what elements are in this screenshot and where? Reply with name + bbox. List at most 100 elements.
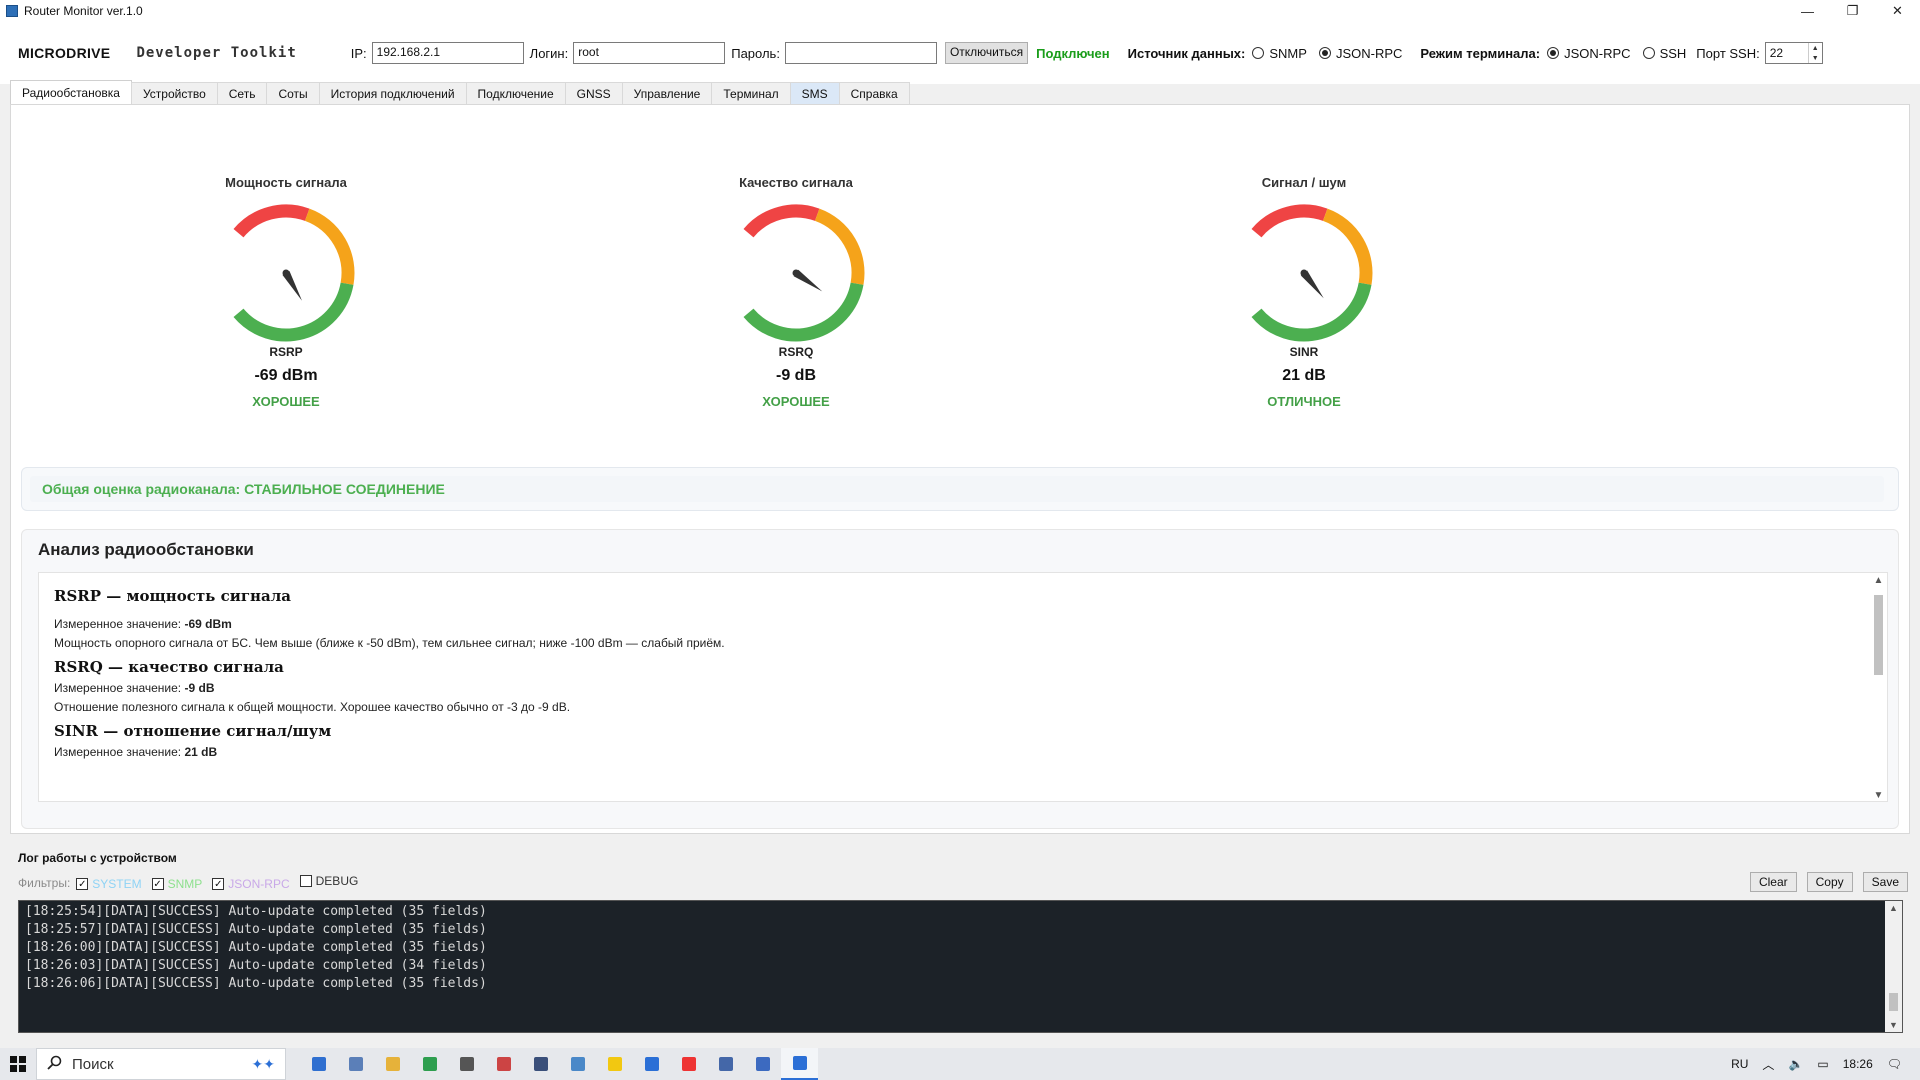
todo-icon[interactable]: [633, 1048, 670, 1080]
tab-9[interactable]: SMS: [789, 82, 840, 104]
gauge-arc-green: [233, 282, 354, 342]
search-label: Поиск: [72, 1055, 114, 1073]
filter-system-checkbox[interactable]: ✓ SYSTEM: [76, 877, 142, 891]
tab-4[interactable]: История подключений: [318, 82, 467, 104]
clock[interactable]: 18:26: [1843, 1057, 1873, 1071]
document-icon[interactable]: [337, 1048, 374, 1080]
tab-2[interactable]: Сеть: [216, 82, 268, 104]
terminal-ssh-radio[interactable]: SSH: [1642, 46, 1686, 61]
chevron-up-icon[interactable]: ︿: [1762, 1056, 1774, 1073]
video-icon[interactable]: [485, 1048, 522, 1080]
notification-icon[interactable]: 🗨: [1887, 1057, 1902, 1071]
close-button[interactable]: ✕: [1875, 0, 1920, 22]
ip-label: IP:: [350, 45, 367, 61]
checkbox-icon: ✓: [76, 878, 89, 890]
gauge-metric: SINR: [1289, 345, 1319, 359]
log-filters: Фильтры: ✓ SYSTEM ✓ SNMP ✓ JSON-RPC DEBUG: [18, 874, 368, 891]
network-icon[interactable]: ▭: [1817, 1057, 1828, 1071]
floppy-icon[interactable]: [522, 1048, 559, 1080]
scroll-thumb[interactable]: [1889, 993, 1898, 1011]
analysis-title: Анализ радиообстановки: [38, 540, 254, 559]
yandex-browser-icon[interactable]: [670, 1048, 707, 1080]
checkbox-icon: ✓: [212, 878, 225, 890]
gauge-value: -9 dB: [776, 367, 816, 384]
spin-up-icon[interactable]: ▲: [1812, 45, 1819, 52]
sinr-measured: Измеренное значение: 21 dB: [54, 745, 218, 759]
tab-7[interactable]: Управление: [621, 82, 713, 104]
tab-1[interactable]: Устройство: [130, 82, 218, 104]
router-monitor-icon[interactable]: [781, 1048, 818, 1080]
log-line: [18:25:54][DATA][SUCCESS] Auto-update co…: [25, 904, 487, 919]
login-label: Логин:: [529, 45, 569, 61]
ssh-port-spinner[interactable]: 22 ▲ ▼: [1764, 42, 1823, 64]
analysis-scrollbar[interactable]: ▲ ▼: [1870, 573, 1887, 801]
connection-status: Подключен: [1036, 45, 1110, 61]
maximize-button[interactable]: ❐: [1830, 0, 1875, 22]
log-console[interactable]: [18:25:54][DATA][SUCCESS] Auto-update co…: [18, 900, 1903, 1033]
rsrp-heading: RSRP — мощность сигнала: [54, 587, 292, 605]
datasource-jsonrpc-radio[interactable]: JSON-RPC: [1318, 46, 1402, 61]
gauge-hub: [282, 269, 290, 277]
gauge-arc-orange: [1322, 208, 1373, 285]
analysis-content[interactable]: RSRP — мощность сигнала Измеренное значе…: [38, 572, 1888, 802]
disconnect-button[interactable]: Отключиться: [944, 42, 1029, 64]
radio-panel: Мощность сигнала RSRP -69 dBm ХОРОШЕЕ Ка…: [10, 104, 1910, 834]
taskbar-search[interactable]: Поиск ✦✦: [36, 1048, 286, 1080]
search-icon: [47, 1055, 62, 1073]
spreadsheet-icon[interactable]: [411, 1048, 448, 1080]
gauge-arc-green: [1251, 282, 1372, 342]
sticky-notes-icon[interactable]: [596, 1048, 633, 1080]
calculator-icon[interactable]: [448, 1048, 485, 1080]
file-explorer-icon[interactable]: [374, 1048, 411, 1080]
minimize-button[interactable]: —: [1785, 0, 1830, 22]
gauge-metric: RSRQ: [778, 345, 814, 359]
gauge-dial: [1251, 204, 1373, 342]
scroll-down-icon[interactable]: ▼: [1885, 1020, 1902, 1030]
copy-log-button[interactable]: Copy: [1806, 872, 1853, 892]
log-line: [18:25:57][DATA][SUCCESS] Auto-update co…: [25, 922, 487, 937]
datasource-snmp-radio[interactable]: SNMP: [1252, 46, 1307, 61]
clear-log-button[interactable]: Clear: [1749, 872, 1797, 892]
app-icon: [6, 5, 18, 17]
filter-json-rpc-checkbox[interactable]: ✓ JSON-RPC: [212, 877, 290, 891]
password-input[interactable]: [784, 42, 937, 64]
tab-5[interactable]: Подключение: [465, 82, 566, 104]
start-button[interactable]: [0, 1048, 36, 1080]
save-log-button[interactable]: Save: [1862, 872, 1908, 892]
notepad-icon[interactable]: [300, 1048, 337, 1080]
sparkle-icon: ✦✦: [251, 1055, 275, 1072]
log-scrollbar[interactable]: ▲ ▼: [1885, 901, 1902, 1032]
image-icon[interactable]: [559, 1048, 596, 1080]
overall-assessment-text: Общая оценка радиоканала: СТАБИЛЬНОЕ СОЕ…: [30, 476, 1884, 502]
sinr-heading: SINR — отношение сигнал/шум: [54, 722, 332, 740]
scroll-down-icon[interactable]: ▼: [1870, 790, 1887, 801]
scroll-up-icon[interactable]: ▲: [1870, 575, 1887, 586]
system-tray: RU ︿ 🔈 ▭ 18:26 🗨: [1731, 1048, 1920, 1080]
scroll-up-icon[interactable]: ▲: [1885, 903, 1902, 913]
tab-3[interactable]: Соты: [266, 82, 320, 104]
filter-debug-checkbox[interactable]: DEBUG: [299, 874, 358, 888]
datasource-label: Источник данных:: [1127, 45, 1246, 61]
windows-logo-icon: [10, 1056, 26, 1072]
password-label: Пароль:: [731, 45, 780, 61]
scroll-thumb[interactable]: [1874, 595, 1883, 675]
gauge-arc-red: [233, 204, 310, 238]
gauge-value: -69 dBm: [254, 367, 318, 384]
ip-input[interactable]: 192.168.2.1: [371, 42, 524, 64]
brand-name: MICRODRIVE: [18, 45, 111, 61]
title-bar: Router Monitor ver.1.0 — ❐ ✕: [0, 0, 1920, 22]
speaker-icon[interactable]: 🔈: [1788, 1057, 1803, 1071]
login-input[interactable]: root: [573, 42, 726, 64]
tab-6[interactable]: GNSS: [564, 82, 623, 104]
taskbar: Поиск ✦✦ RU ︿ 🔈 ▭ 18:26 🗨: [0, 1048, 1920, 1080]
language-indicator[interactable]: RU: [1731, 1057, 1748, 1071]
text-file-icon[interactable]: [744, 1048, 781, 1080]
spin-down-icon[interactable]: ▼: [1812, 55, 1819, 62]
remote-desktop-icon[interactable]: [707, 1048, 744, 1080]
filter-snmp-checkbox[interactable]: ✓ SNMP: [151, 877, 202, 891]
spinner-arrows[interactable]: ▲ ▼: [1807, 43, 1822, 63]
tab-8[interactable]: Терминал: [711, 82, 791, 104]
terminal-jsonrpc-radio[interactable]: JSON-RPC: [1547, 46, 1631, 61]
tab-10[interactable]: Справка: [838, 82, 910, 104]
tab-0[interactable]: Радиообстановка: [10, 80, 132, 104]
